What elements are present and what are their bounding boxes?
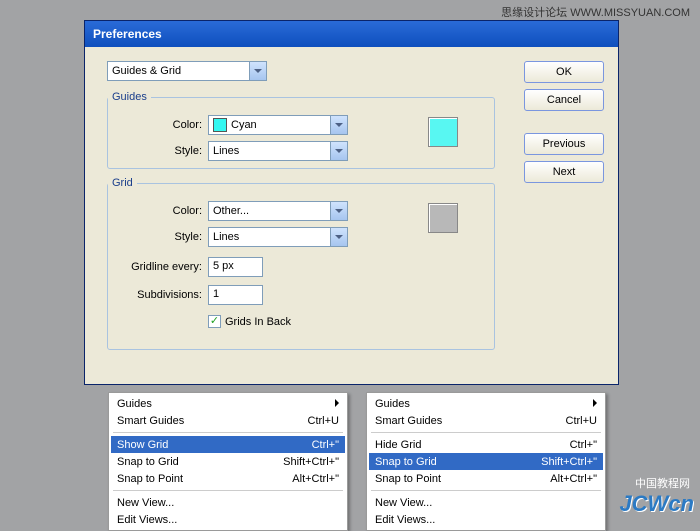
- menu-item[interactable]: Show GridCtrl+": [111, 436, 345, 453]
- menu-item-shortcut: Ctrl+": [537, 439, 597, 451]
- watermark: JCWcn: [619, 491, 694, 517]
- guides-group: Guides Color: Cyan Style: Lines: [107, 91, 495, 169]
- menu-item-label: Snap to Point: [117, 473, 279, 485]
- dialog-buttons: OK Cancel Previous Next: [524, 61, 604, 183]
- menu-item[interactable]: Snap to PointAlt+Ctrl+": [111, 470, 345, 487]
- grids-in-back-checkbox[interactable]: ✓ Grids In Back: [208, 315, 291, 328]
- view-menu-left: GuidesSmart GuidesCtrl+UShow GridCtrl+"S…: [108, 392, 348, 531]
- menu-item-shortcut: Ctrl+U: [279, 415, 339, 427]
- gridline-label: Gridline every:: [118, 261, 208, 273]
- menu-item[interactable]: New View...: [369, 494, 603, 511]
- menu-item-label: Edit Views...: [117, 514, 339, 526]
- menu-separator: [371, 432, 601, 433]
- menu-item-label: Guides: [375, 398, 597, 410]
- menu-item[interactable]: Edit Views...: [369, 511, 603, 528]
- header-credit: 思缘设计论坛 WWW.MISSYUAN.COM: [501, 4, 690, 20]
- menu-item-label: Hide Grid: [375, 439, 537, 451]
- menu-item-label: New View...: [117, 497, 339, 509]
- grid-style-dropdown[interactable]: Lines: [208, 227, 348, 247]
- guides-color-swatch[interactable]: [428, 117, 458, 147]
- dialog-titlebar: Preferences: [85, 21, 618, 47]
- grid-color-swatch[interactable]: [428, 203, 458, 233]
- grid-color-label: Color:: [118, 205, 208, 217]
- guides-style-dropdown[interactable]: Lines: [208, 141, 348, 161]
- menu-item[interactable]: Hide GridCtrl+": [369, 436, 603, 453]
- subdiv-label: Subdivisions:: [118, 289, 208, 301]
- submenu-arrow-icon: [335, 398, 339, 410]
- checkbox-checked-icon: ✓: [208, 315, 221, 328]
- menu-item[interactable]: Guides: [369, 395, 603, 412]
- menu-item[interactable]: Smart GuidesCtrl+U: [111, 412, 345, 429]
- next-label: Next: [553, 166, 576, 178]
- menu-separator: [113, 490, 343, 491]
- menu-item-label: Smart Guides: [117, 415, 279, 427]
- chevron-down-icon[interactable]: [330, 116, 347, 134]
- menu-item[interactable]: New View...: [111, 494, 345, 511]
- chevron-down-icon[interactable]: [330, 202, 347, 220]
- menu-item[interactable]: Snap to GridShift+Ctrl+": [369, 453, 603, 470]
- gridline-input[interactable]: 5 px: [208, 257, 263, 277]
- guides-style-value: Lines: [213, 145, 239, 157]
- gridline-value: 5 px: [213, 260, 234, 272]
- grid-style-value: Lines: [213, 231, 239, 243]
- guides-color-value: Cyan: [231, 119, 257, 131]
- preferences-dialog: Preferences Guides & Grid Guides Color: …: [84, 20, 619, 385]
- menu-item-label: Edit Views...: [375, 514, 597, 526]
- grid-style-label: Style:: [118, 231, 208, 243]
- menu-separator: [113, 432, 343, 433]
- chevron-down-icon[interactable]: [330, 228, 347, 246]
- submenu-arrow-icon: [593, 398, 597, 410]
- menu-item-shortcut: Shift+Ctrl+": [537, 456, 597, 468]
- menu-item-label: Snap to Point: [375, 473, 537, 485]
- grid-legend: Grid: [108, 177, 137, 189]
- chevron-down-icon[interactable]: [330, 142, 347, 160]
- menu-item[interactable]: Snap to PointAlt+Ctrl+": [369, 470, 603, 487]
- grid-color-value: Other...: [213, 205, 249, 217]
- menu-item-shortcut: Ctrl+U: [537, 415, 597, 427]
- next-button[interactable]: Next: [524, 161, 604, 183]
- guides-style-label: Style:: [118, 145, 208, 157]
- dialog-title: Preferences: [93, 27, 162, 41]
- menu-item-label: Smart Guides: [375, 415, 537, 427]
- menu-item-shortcut: Alt+Ctrl+": [537, 473, 597, 485]
- guides-legend: Guides: [108, 91, 151, 103]
- menu-item[interactable]: Guides: [111, 395, 345, 412]
- ok-button[interactable]: OK: [524, 61, 604, 83]
- menu-item-shortcut: Alt+Ctrl+": [279, 473, 339, 485]
- cancel-label: Cancel: [547, 94, 581, 106]
- menu-item[interactable]: Snap to GridShift+Ctrl+": [111, 453, 345, 470]
- menu-item-shortcut: Ctrl+": [279, 439, 339, 451]
- guides-color-label: Color:: [118, 119, 208, 131]
- view-menu-right: GuidesSmart GuidesCtrl+UHide GridCtrl+"S…: [366, 392, 606, 531]
- grid-color-dropdown[interactable]: Other...: [208, 201, 348, 221]
- menu-separator: [371, 490, 601, 491]
- menu-item[interactable]: Edit Views...: [111, 511, 345, 528]
- category-dropdown[interactable]: Guides & Grid: [107, 61, 267, 81]
- menu-item-label: Snap to Grid: [117, 456, 279, 468]
- subdiv-input[interactable]: 1: [208, 285, 263, 305]
- color-chip-icon: [213, 118, 227, 132]
- menu-item-label: Show Grid: [117, 439, 279, 451]
- ok-label: OK: [556, 66, 572, 78]
- grid-group: Grid Color: Other... Style: Lines Gridli…: [107, 177, 495, 350]
- previous-button[interactable]: Previous: [524, 133, 604, 155]
- watermark-sub: 中国教程网: [635, 475, 690, 491]
- chevron-down-icon[interactable]: [249, 62, 266, 80]
- previous-label: Previous: [543, 138, 586, 150]
- menu-item[interactable]: Smart GuidesCtrl+U: [369, 412, 603, 429]
- menu-item-label: New View...: [375, 497, 597, 509]
- dialog-body: Guides & Grid Guides Color: Cyan Style: …: [85, 47, 618, 384]
- guides-color-dropdown[interactable]: Cyan: [208, 115, 348, 135]
- cancel-button[interactable]: Cancel: [524, 89, 604, 111]
- subdiv-value: 1: [213, 288, 219, 300]
- menu-item-label: Guides: [117, 398, 339, 410]
- menu-item-shortcut: Shift+Ctrl+": [279, 456, 339, 468]
- menu-item-label: Snap to Grid: [375, 456, 537, 468]
- grids-in-back-label: Grids In Back: [225, 316, 291, 328]
- category-value: Guides & Grid: [112, 65, 181, 77]
